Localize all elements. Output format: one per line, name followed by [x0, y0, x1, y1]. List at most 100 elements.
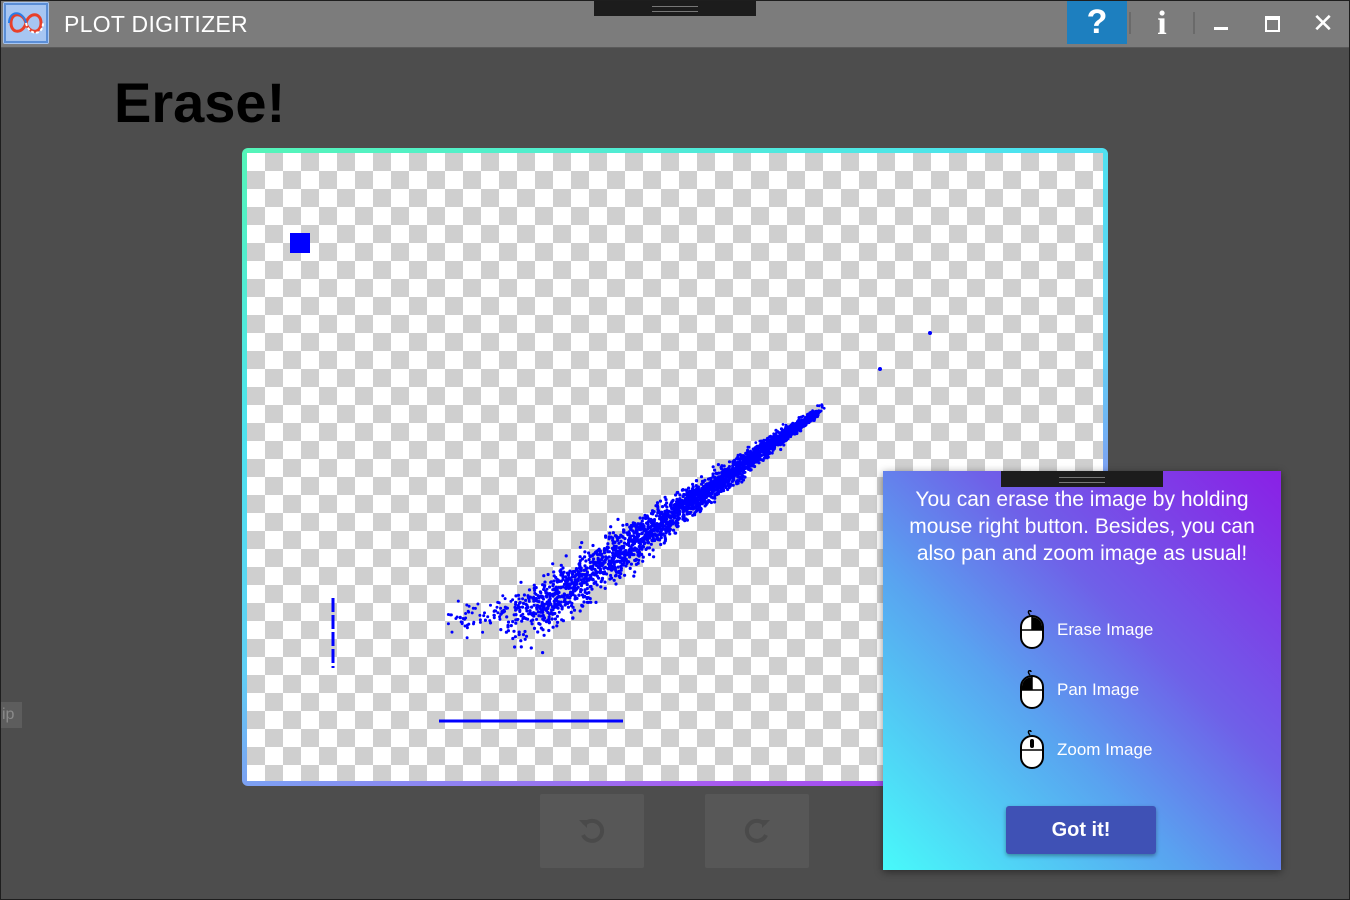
scatter-point [678, 497, 682, 501]
scatter-point [521, 612, 525, 616]
scatter-point [649, 542, 653, 546]
scatter-point [543, 580, 547, 584]
scatter-point [642, 542, 646, 546]
scatter-point [567, 582, 571, 586]
scatter-point [766, 445, 770, 449]
scatter-point [577, 575, 581, 579]
scatter-point [740, 480, 744, 484]
minimize-button[interactable] [1202, 0, 1240, 44]
marker-square [290, 233, 310, 253]
scatter-point [707, 477, 712, 481]
scatter-point [611, 557, 616, 561]
scatter-point [612, 578, 616, 582]
scatter-point [635, 531, 639, 536]
scatter-point [556, 578, 560, 582]
scatter-point [736, 481, 740, 485]
scatter-point [673, 514, 677, 518]
tooltip-drag-handle[interactable] [1001, 471, 1163, 487]
scatter-point [807, 420, 811, 424]
scatter-point [588, 585, 592, 589]
scatter-point [603, 580, 607, 584]
scatter-point [692, 491, 696, 495]
scatter-point [655, 501, 660, 505]
scatter-point [511, 636, 515, 641]
scatter-point [547, 598, 552, 602]
scatter-point [499, 628, 503, 632]
redo-button[interactable] [705, 794, 809, 868]
close-button[interactable]: ✕ [1304, 0, 1342, 44]
scatter-point [656, 538, 660, 542]
scatter-point [489, 603, 492, 607]
scatter-point [778, 437, 782, 441]
scatter-point [702, 496, 706, 500]
scatter-point [659, 536, 663, 540]
scatter-point [573, 578, 577, 582]
scatter-point [506, 623, 510, 628]
scatter-point [661, 526, 665, 530]
scatter-point [514, 621, 518, 625]
scatter-point [701, 480, 705, 484]
scatter-point [800, 420, 804, 424]
scatter-point [683, 493, 687, 497]
scatter-point [774, 428, 778, 432]
scatter-point [551, 625, 555, 629]
help-button[interactable]: ? [1067, 0, 1127, 44]
scatter-point [614, 569, 618, 573]
scatter-point [560, 594, 564, 598]
scatter-point [545, 595, 549, 599]
scatter-point [449, 613, 453, 617]
scatter-point [465, 636, 469, 640]
scatter-point [663, 511, 667, 515]
scatter-point [533, 599, 537, 603]
scatter-point [552, 570, 556, 574]
scatter-point [784, 430, 789, 434]
scatter-point [585, 591, 589, 595]
scatter-point [695, 486, 699, 490]
side-tab[interactable]: ip [0, 702, 22, 728]
title-bar[interactable]: PLOT DIGITIZER ? i ✕ [0, 0, 1350, 48]
scatter-point [665, 505, 669, 509]
window-drag-handle[interactable] [594, 0, 756, 16]
scatter-point [583, 564, 587, 568]
scatter-point [614, 546, 618, 550]
scatter-point [531, 618, 535, 622]
scatter-point [737, 475, 741, 479]
scatter-point [669, 501, 673, 505]
scatter-point [465, 623, 469, 627]
scatter-point [565, 594, 569, 598]
scatter-point [817, 409, 821, 413]
scatter-point [561, 585, 565, 589]
grip-icon [1059, 477, 1105, 483]
maximize-button[interactable] [1253, 0, 1291, 44]
scatter-point [741, 454, 745, 457]
scatter-point [486, 615, 490, 619]
scatter-point [696, 493, 700, 497]
scatter-point [581, 595, 586, 599]
scatter-point [928, 331, 932, 335]
scatter-point [767, 450, 771, 454]
scatter-point [638, 526, 642, 530]
maximize-icon [1265, 16, 1280, 32]
scatter-point [729, 482, 733, 486]
scatter-point [465, 626, 469, 630]
scatter-point [572, 608, 577, 612]
scatter-point [557, 594, 561, 598]
scatter-point [586, 600, 591, 604]
scatter-point [544, 607, 548, 611]
scatter-point [640, 532, 644, 536]
scatter-point [573, 575, 577, 579]
scatter-point [682, 515, 686, 519]
info-button[interactable]: i [1140, 0, 1184, 44]
scatter-point [526, 596, 530, 600]
scatter-point [569, 578, 573, 582]
scatter-point [708, 484, 712, 488]
scatter-point [629, 539, 633, 543]
scatter-point [560, 618, 564, 622]
scatter-point [698, 497, 703, 501]
scatter-point [603, 565, 607, 570]
undo-button[interactable] [540, 794, 644, 868]
scatter-point [740, 473, 744, 477]
got-it-button[interactable]: Got it! [1006, 806, 1156, 854]
scatter-point [655, 534, 659, 538]
scatter-point [772, 445, 777, 449]
